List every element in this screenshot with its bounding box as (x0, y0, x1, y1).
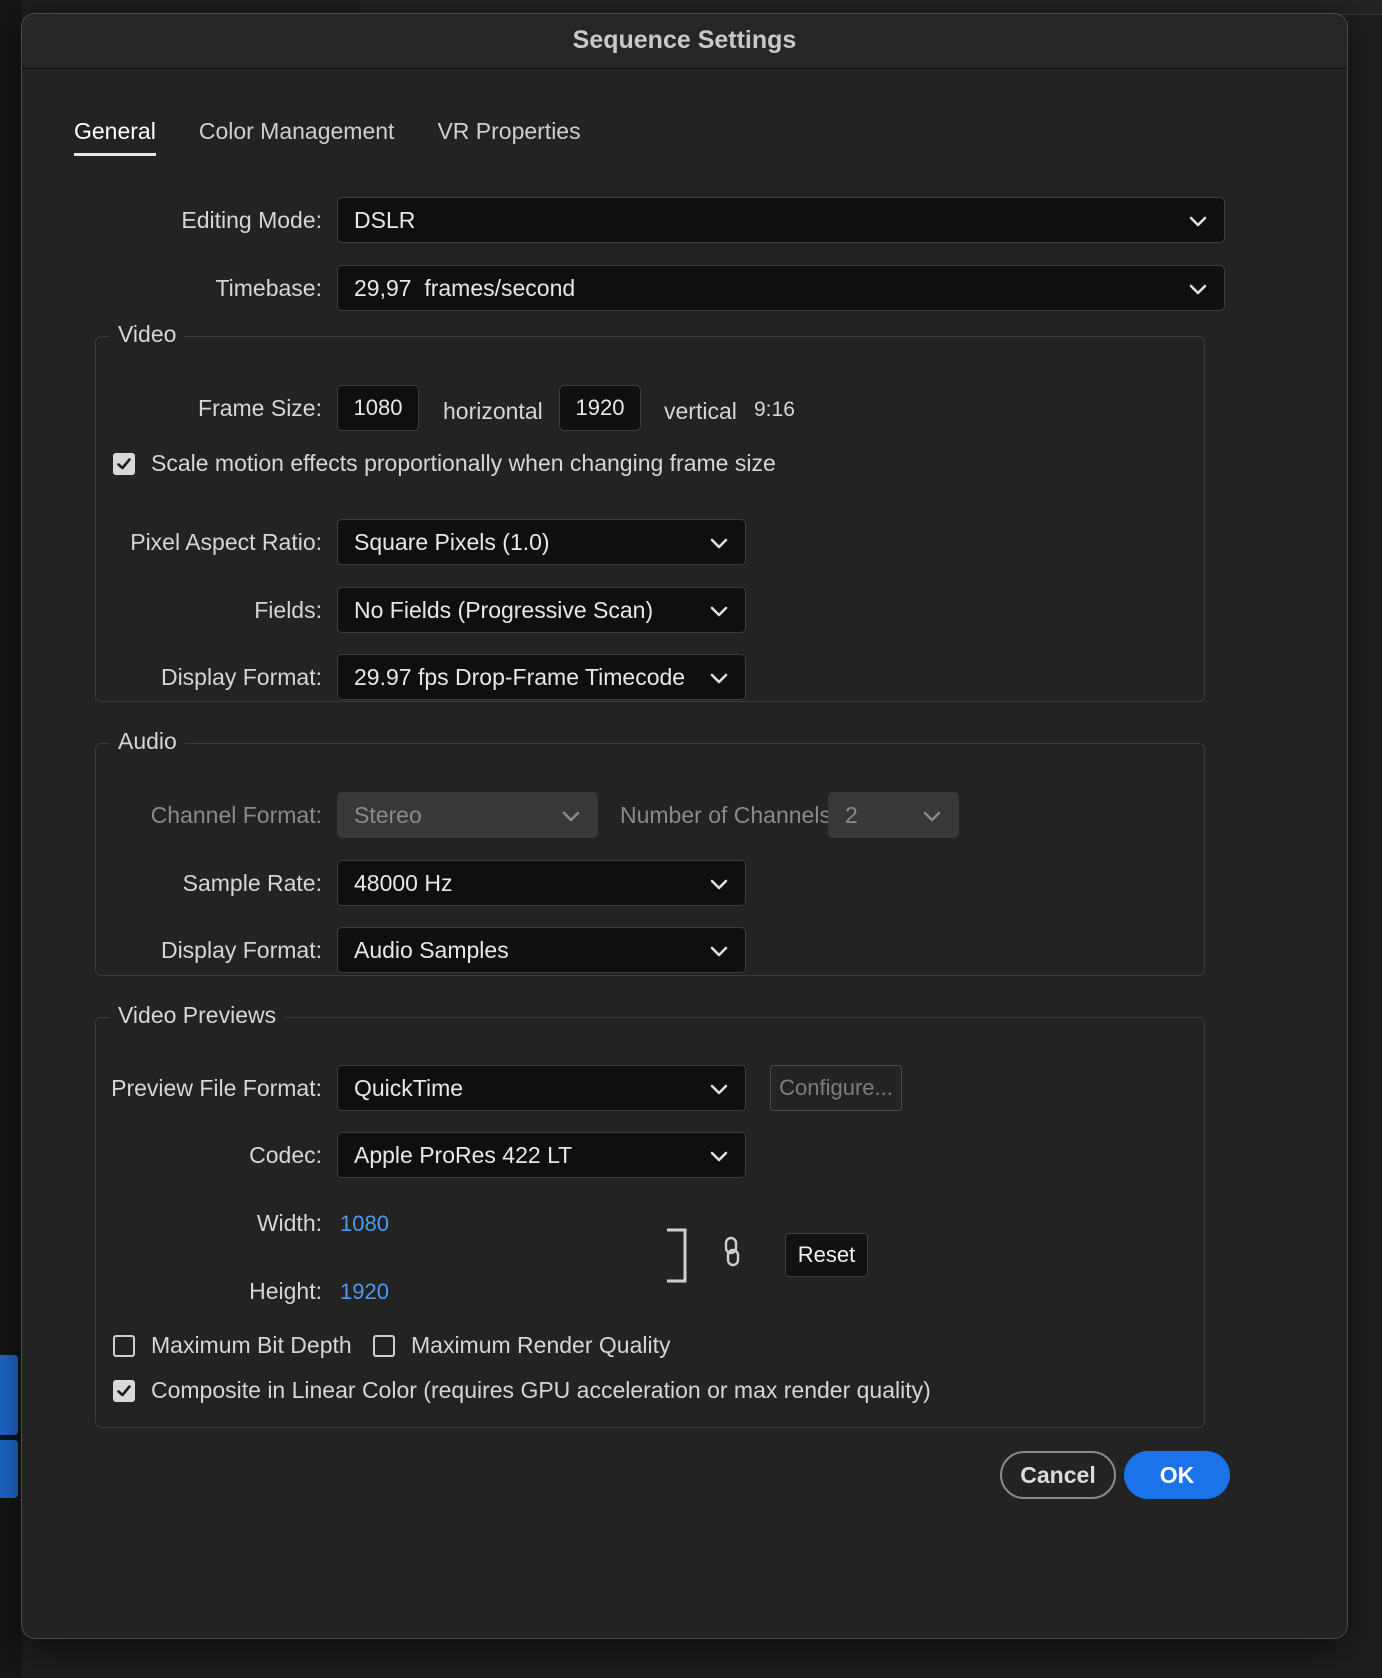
audio-group-title: Audio (110, 728, 185, 755)
frame-size-label: Frame Size: (198, 395, 322, 421)
preview-file-format-select[interactable]: QuickTime (337, 1065, 746, 1111)
width-label: Width: (256, 1210, 322, 1236)
chevron-down-icon (710, 673, 728, 684)
video-display-format-label: Display Format: (160, 664, 322, 690)
editing-mode-label: Editing Mode: (181, 207, 322, 233)
audio-display-format-label: Display Format: (160, 937, 322, 963)
chevron-down-icon (1189, 216, 1207, 227)
timebase-value: 29,97 frames/second (354, 275, 576, 301)
chain-link-icon[interactable] (721, 1236, 743, 1268)
tab-bar: General Color Management VR Properties (74, 118, 581, 156)
fields-select[interactable]: No Fields (Progressive Scan) (337, 587, 746, 633)
reset-button[interactable]: Reset (785, 1233, 868, 1277)
video-previews-group-title: Video Previews (110, 1002, 285, 1029)
codec-label: Codec: (249, 1142, 322, 1168)
fields-label: Fields: (254, 597, 322, 623)
num-channels-select: 2 (828, 792, 959, 838)
tab-general[interactable]: General (74, 118, 156, 156)
frame-height-input[interactable]: 1920 (559, 385, 641, 431)
cancel-button[interactable]: Cancel (1000, 1451, 1116, 1499)
video-display-format-value: 29.97 fps Drop-Frame Timecode (354, 664, 686, 690)
chevron-down-icon (1189, 284, 1207, 295)
channel-format-select: Stereo (337, 792, 598, 838)
height-label: Height: (249, 1278, 322, 1304)
channel-format-label: Channel Format: (150, 802, 322, 828)
tab-vr-properties[interactable]: VR Properties (437, 118, 580, 156)
max-render-quality-label: Maximum Render Quality (411, 1332, 671, 1358)
composite-linear-row[interactable]: Composite in Linear Color (requires GPU … (113, 1377, 931, 1404)
chevron-down-icon (710, 606, 728, 617)
frame-width-input[interactable]: 1080 (337, 385, 419, 431)
chevron-down-icon (923, 811, 941, 822)
max-bit-depth-checkbox[interactable] (113, 1334, 135, 1357)
video-display-format-select[interactable]: 29.97 fps Drop-Frame Timecode (337, 654, 746, 700)
scale-motion-checkbox[interactable] (113, 452, 135, 475)
audio-display-format-select[interactable]: Audio Samples (337, 927, 746, 973)
background-track-v1 (0, 1355, 18, 1435)
checkmark-icon (117, 457, 131, 469)
num-channels-label: Number of Channels: (620, 802, 838, 828)
ok-button[interactable]: OK (1124, 1451, 1230, 1499)
sample-rate-label: Sample Rate: (182, 870, 322, 896)
chevron-down-icon (710, 538, 728, 549)
chevron-down-icon (710, 1084, 728, 1095)
num-channels-value: 2 (845, 802, 858, 828)
checkmark-icon (117, 1384, 131, 1396)
max-bit-depth-label: Maximum Bit Depth (151, 1332, 352, 1358)
sample-rate-value: 48000 Hz (354, 870, 453, 896)
sample-rate-select[interactable]: 48000 Hz (337, 860, 746, 906)
max-render-quality-checkbox[interactable] (373, 1334, 395, 1357)
max-render-quality-row[interactable]: Maximum Render Quality (373, 1332, 670, 1359)
tab-color-management[interactable]: Color Management (199, 118, 395, 156)
video-group-title: Video (110, 321, 185, 348)
link-bracket-icon (667, 1228, 687, 1283)
chevron-down-icon (710, 1151, 728, 1162)
aspect-ratio-readout: 9:16 (754, 398, 795, 421)
chevron-down-icon (562, 811, 580, 822)
composite-linear-label: Composite in Linear Color (requires GPU … (151, 1377, 931, 1403)
horizontal-label: horizontal (443, 398, 543, 424)
scale-motion-checkbox-row[interactable]: Scale motion effects proportionally when… (113, 450, 776, 477)
timebase-select[interactable]: 29,97 frames/second (337, 265, 1225, 311)
chevron-down-icon (710, 879, 728, 890)
codec-value: Apple ProRes 422 LT (354, 1142, 573, 1168)
timebase-label: Timebase: (215, 275, 322, 301)
max-bit-depth-row[interactable]: Maximum Bit Depth (113, 1332, 352, 1359)
channel-format-value: Stereo (354, 802, 422, 828)
dialog-title: Sequence Settings (22, 14, 1347, 69)
preview-file-format-label: Preview File Format: (111, 1075, 322, 1101)
pixel-aspect-ratio-label: Pixel Aspect Ratio: (130, 529, 322, 555)
vertical-label: vertical (664, 398, 737, 424)
codec-select[interactable]: Apple ProRes 422 LT (337, 1132, 746, 1178)
preview-file-format-value: QuickTime (354, 1075, 464, 1101)
preview-width-value[interactable]: 1080 (340, 1211, 389, 1237)
background-track-a1 (0, 1440, 18, 1498)
pixel-aspect-ratio-value: Square Pixels (1.0) (354, 529, 550, 555)
composite-linear-checkbox[interactable] (113, 1379, 135, 1402)
configure-button[interactable]: Configure... (770, 1065, 902, 1111)
sequence-settings-dialog: Sequence Settings General Color Manageme… (21, 13, 1348, 1639)
chevron-down-icon (710, 946, 728, 957)
editing-mode-value: DSLR (354, 207, 416, 233)
audio-display-format-value: Audio Samples (354, 937, 509, 963)
editing-mode-select[interactable]: DSLR (337, 197, 1225, 243)
fields-value: No Fields (Progressive Scan) (354, 597, 654, 623)
pixel-aspect-ratio-select[interactable]: Square Pixels (1.0) (337, 519, 746, 565)
scale-motion-label: Scale motion effects proportionally when… (151, 450, 776, 476)
preview-height-value[interactable]: 1920 (340, 1279, 389, 1305)
